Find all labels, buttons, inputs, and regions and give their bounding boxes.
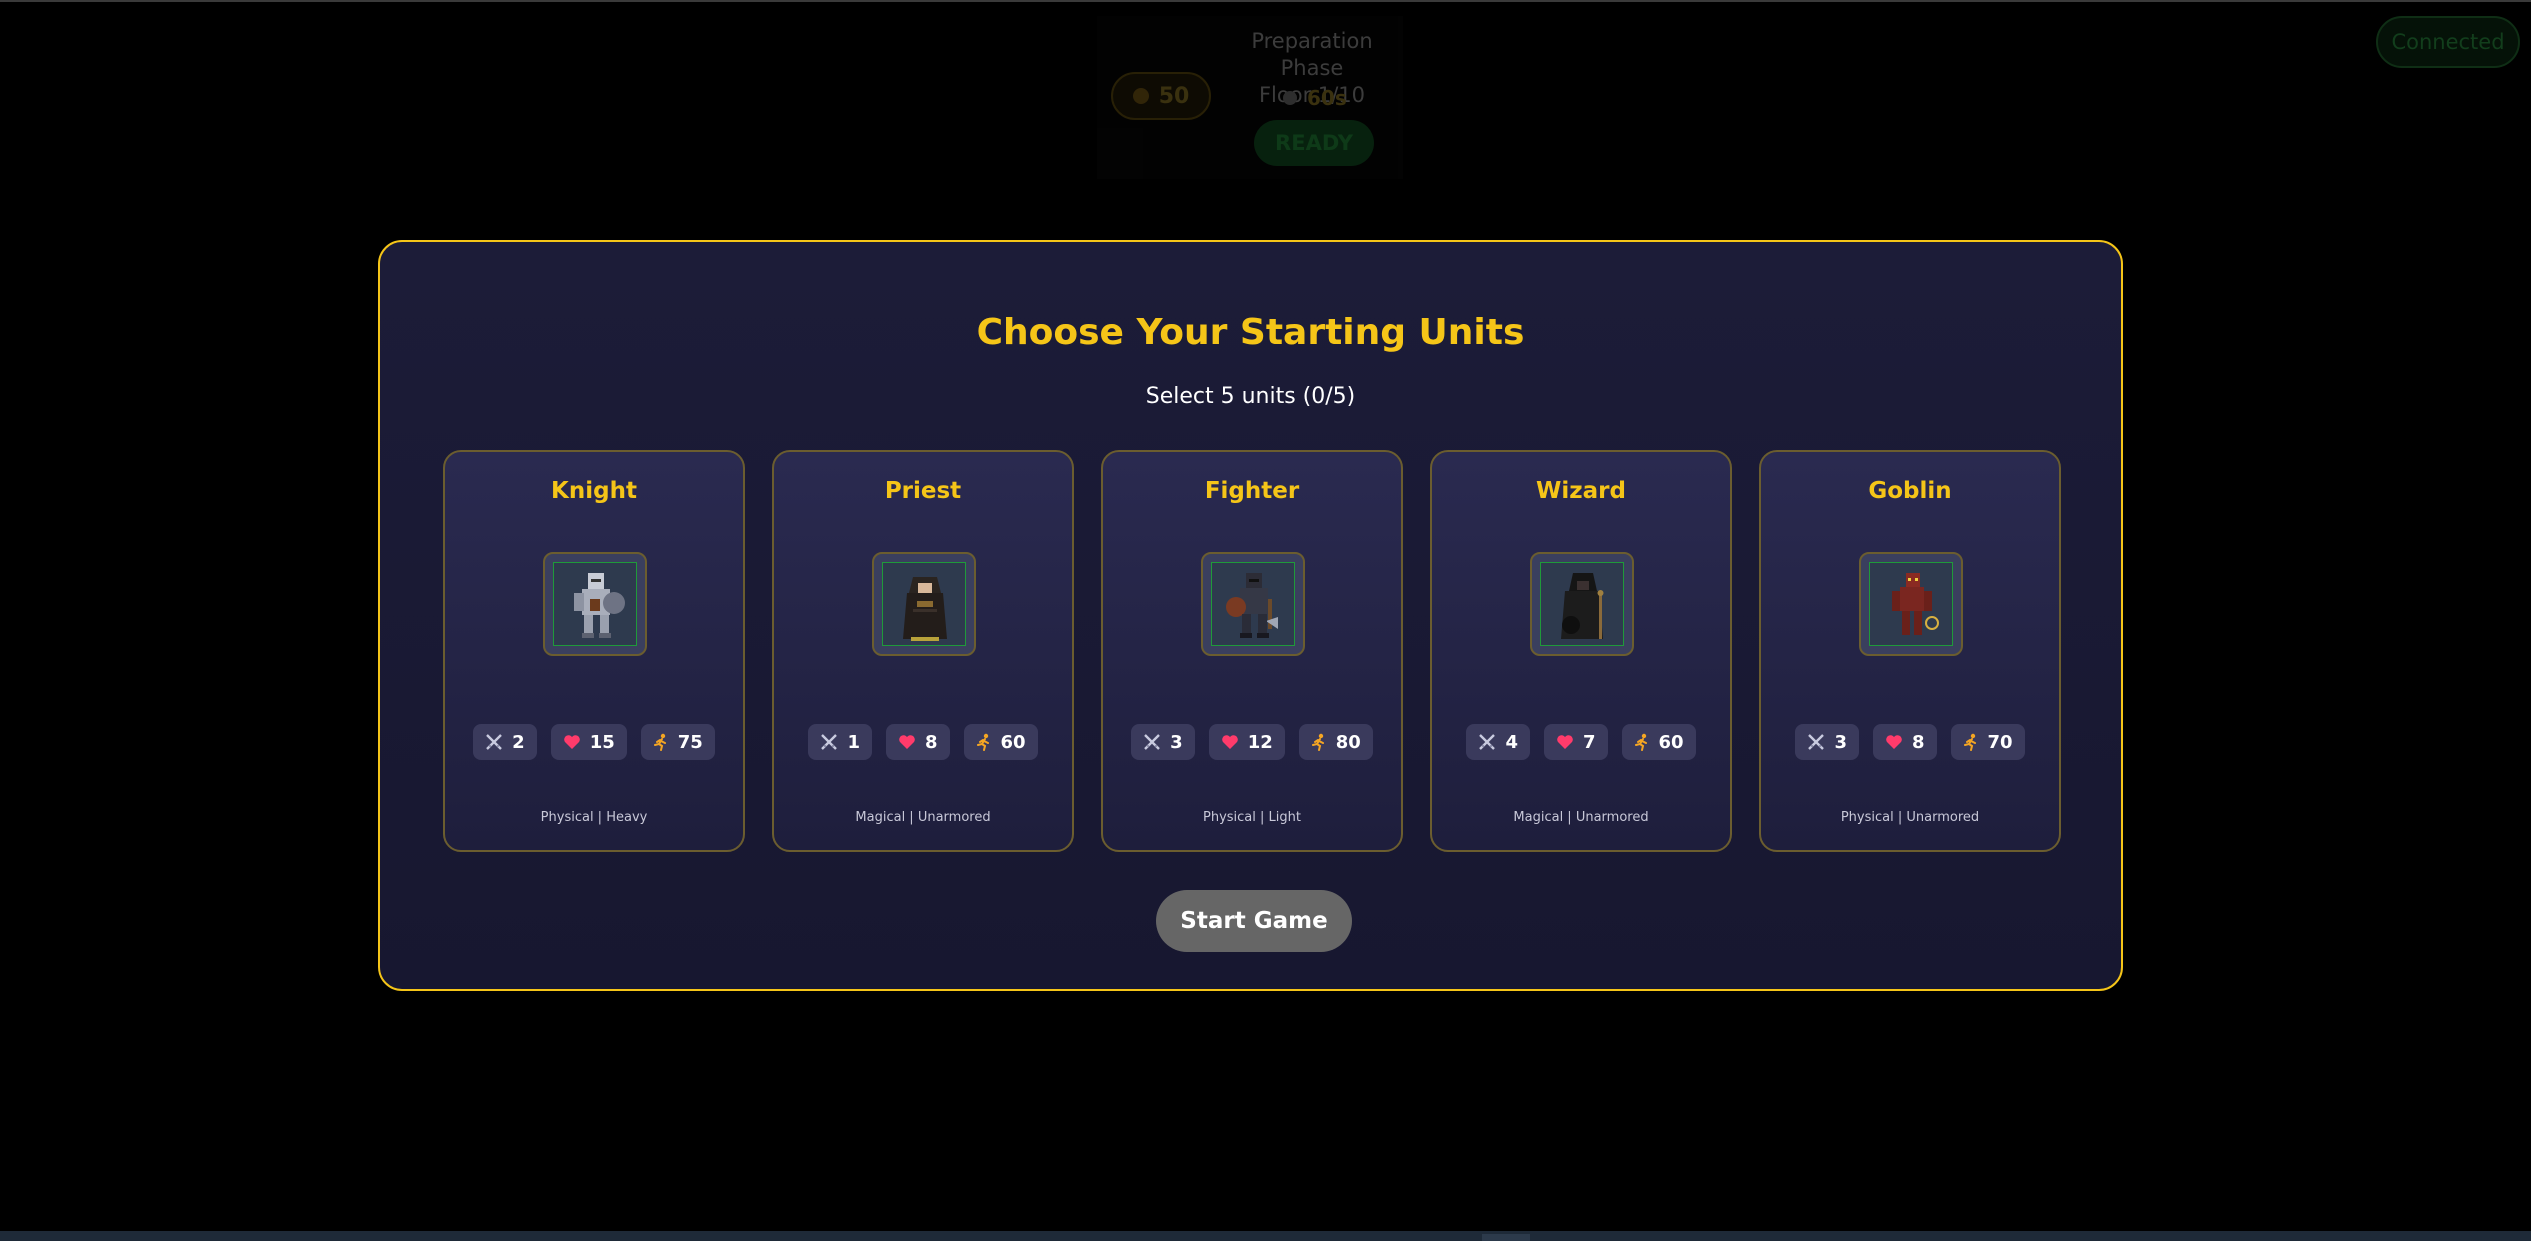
crossed-swords-icon: [1479, 734, 1496, 750]
unit-card-wizard[interactable]: Wizard 4 7 60 Magical | Unarmored: [1430, 450, 1732, 852]
knight-sprite-icon: [574, 573, 625, 638]
connection-status-badge: Connected: [2376, 16, 2520, 68]
crossed-swords-icon: [821, 734, 838, 750]
start-game-button[interactable]: Start Game: [1156, 890, 1352, 952]
health-value: 7: [1582, 731, 1596, 753]
unit-card-goblin[interactable]: Goblin 3 8 70 Physical | Unarmored: [1759, 450, 2061, 852]
attack-stat: 3: [1131, 724, 1195, 760]
speed-value: 60: [1658, 731, 1684, 753]
attack-value: 4: [1505, 731, 1518, 753]
timer-value: 60s: [1307, 86, 1347, 110]
modal-title: Choose Your Starting Units: [976, 312, 1525, 353]
goblin-sprite-icon: [1892, 573, 1939, 635]
health-stat: 8: [1872, 724, 1937, 760]
wizard-sprite-icon: [1561, 573, 1604, 639]
clock-icon: [1283, 91, 1297, 105]
health-stat: 8: [885, 724, 950, 760]
heart-icon: [899, 735, 915, 749]
game-hud: 50 Preparation Phase Floor 1/10 60s READ…: [1097, 16, 1403, 179]
phase-label: Preparation Phase: [1251, 29, 1373, 80]
health-stat: 7: [1543, 724, 1608, 760]
speed-stat: 60: [1621, 724, 1696, 760]
unit-name: Knight: [551, 478, 637, 504]
attack-stat: 2: [473, 724, 537, 760]
attack-value: 2: [512, 731, 525, 753]
unit-portrait: [872, 552, 976, 656]
attack-stat: 3: [1795, 724, 1859, 760]
gold-counter: 50: [1111, 72, 1211, 120]
attack-value: 3: [1834, 731, 1847, 753]
unit-tags: Magical | Unarmored: [1513, 810, 1649, 825]
unit-name: Fighter: [1204, 478, 1300, 504]
crossed-swords-icon: [1808, 734, 1825, 750]
health-value: 8: [924, 731, 938, 753]
taskbar-indicator: [1482, 1234, 1530, 1241]
unit-portrait: [1859, 552, 1963, 656]
unit-name: Priest: [884, 478, 962, 504]
unit-portrait: [1530, 552, 1634, 656]
unit-tags: Physical | Unarmored: [1840, 810, 1980, 825]
speed-stat: 75: [640, 724, 715, 760]
heart-icon: [563, 735, 580, 749]
running-figure-icon: [1311, 733, 1324, 751]
unit-card-fighter[interactable]: Fighter 3 12 80 Physical | Light: [1101, 450, 1403, 852]
window-top-edge: [0, 0, 2531, 2]
speed-value: 75: [677, 731, 703, 753]
unit-card-priest[interactable]: Priest 1 8 60 Magical | Unarmored: [772, 450, 1074, 852]
attack-stat: 4: [1466, 724, 1530, 760]
unit-stats: 3 12 80: [1103, 724, 1401, 760]
crossed-swords-icon: [1144, 734, 1161, 750]
priest-sprite-icon: [903, 577, 947, 641]
unit-stats: 1 8 60: [774, 724, 1072, 760]
ready-button[interactable]: READY: [1254, 120, 1374, 166]
fighter-sprite-icon: [1226, 573, 1278, 638]
unit-name: Wizard: [1536, 478, 1626, 504]
attack-stat: 1: [808, 724, 872, 760]
running-figure-icon: [1634, 733, 1647, 751]
phase-timer: 60s: [1283, 86, 1403, 110]
speed-value: 70: [1987, 731, 2013, 753]
taskbar-strip: [0, 1231, 2531, 1241]
unit-name: Goblin: [1868, 478, 1952, 504]
unit-stats: 3 8 70: [1761, 724, 2059, 760]
running-figure-icon: [976, 733, 989, 751]
speed-stat: 80: [1298, 724, 1373, 760]
unit-portrait: [1201, 552, 1305, 656]
health-stat: 12: [1208, 724, 1285, 760]
speed-stat: 60: [963, 724, 1038, 760]
unit-stats: 2 15 75: [445, 724, 743, 760]
health-value: 15: [589, 731, 615, 753]
speed-stat: 70: [1950, 724, 2025, 760]
unit-card-knight[interactable]: Knight 2 15 75 Physical | Heavy: [443, 450, 745, 852]
crossed-swords-icon: [486, 734, 503, 750]
speed-value: 60: [1000, 731, 1026, 753]
health-value: 8: [1911, 731, 1925, 753]
attack-value: 1: [847, 731, 860, 753]
running-figure-icon: [653, 733, 666, 751]
health-stat: 15: [550, 724, 627, 760]
coin-icon: [1132, 88, 1149, 104]
attack-value: 3: [1170, 731, 1183, 753]
unit-tags: Physical | Heavy: [540, 810, 648, 825]
unit-tags: Physical | Light: [1203, 810, 1301, 825]
unit-stats: 4 7 60: [1432, 724, 1730, 760]
heart-icon: [1221, 735, 1238, 749]
running-figure-icon: [1963, 733, 1976, 751]
heart-icon: [1886, 735, 1902, 749]
unit-portrait: [543, 552, 647, 656]
heart-icon: [1557, 735, 1573, 749]
speed-value: 80: [1335, 731, 1361, 753]
unit-tags: Magical | Unarmored: [855, 810, 991, 825]
health-value: 12: [1247, 731, 1273, 753]
selection-counter: Select 5 units (0/5): [1145, 384, 1356, 409]
gold-value: 50: [1158, 83, 1190, 109]
unit-selection-modal: Choose Your Starting Units Select 5 unit…: [378, 240, 2123, 991]
